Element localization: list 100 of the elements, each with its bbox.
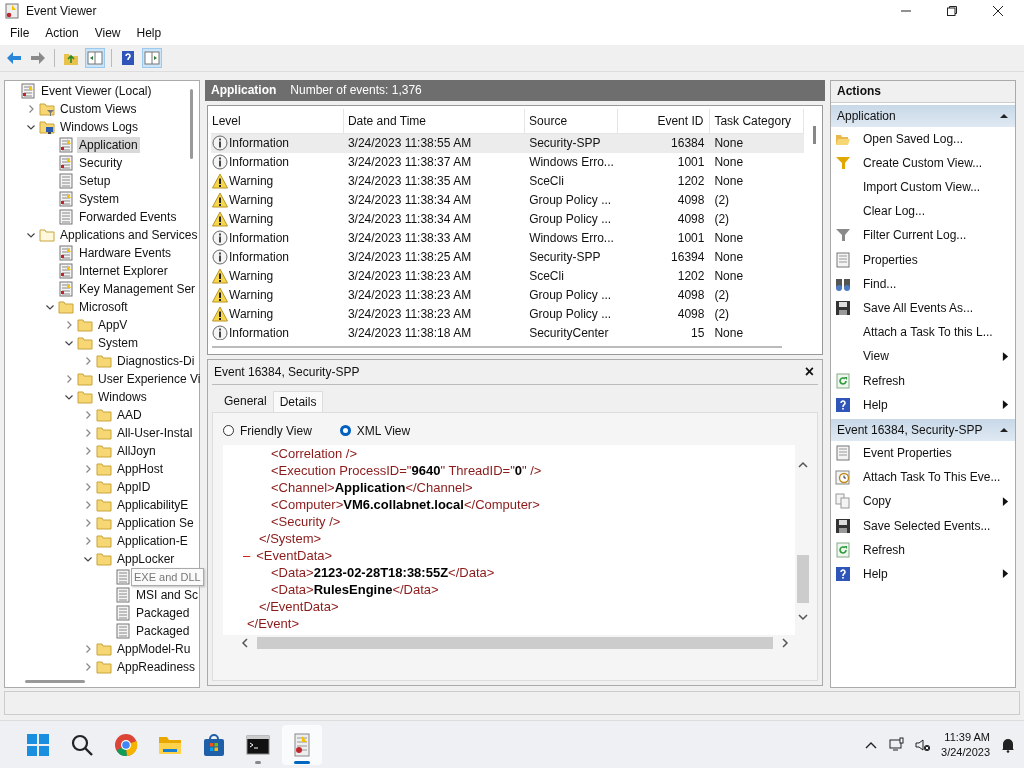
expand-chevron-icon[interactable] [83,427,93,438]
column-header[interactable]: Date and Time [343,108,526,133]
scroll-left-icon[interactable] [239,636,251,649]
table-row[interactable]: Warning 3/24/2023 11:38:34 AM Group Policy ... 4098 (2) [211,209,804,229]
tree-item[interactable]: Setup [77,172,113,189]
column-header[interactable]: Source [525,108,618,133]
pane-command[interactable]: Attach a Task To this L... [831,320,1015,345]
tree-item[interactable]: ApplicabilityE [115,496,191,513]
radio-label[interactable]: Friendly View [240,423,312,438]
pane-command[interactable]: Refresh [831,368,1015,393]
tree-item[interactable]: System [77,190,121,207]
close-icon[interactable] [992,4,1004,17]
tree-item[interactable]: AppModel-Ru [115,640,193,657]
radio-button[interactable] [339,425,351,437]
scrollbar-thumb[interactable] [797,554,809,603]
tree-item[interactable]: AAD [115,406,144,423]
expand-chevron-icon[interactable] [26,103,36,114]
pane-command[interactable]: Refresh [831,537,1015,562]
pane-command[interactable]: Find... [831,271,1015,296]
table-row[interactable]: Warning 3/24/2023 11:38:34 AM Group Policy ... 4098 (2) [211,190,804,210]
pane-command[interactable]: Import Custom View... [831,175,1015,200]
tree-item[interactable]: Microsoft [77,298,130,315]
table-row[interactable]: Warning 3/24/2023 11:38:35 AM SceCli 1202 None [211,171,804,191]
tree-item[interactable]: Packaged [134,604,192,621]
expand-chevron-icon[interactable] [83,499,93,510]
tree-item[interactable]: Hardware Events [77,244,174,261]
pane-command[interactable]: Save All Events As... [831,295,1015,321]
table-row[interactable]: Information 3/24/2023 11:38:18 AM SecurityCenter 15 None [211,323,804,340]
tree-item[interactable]: EXE and DLL [131,567,204,586]
menu-item[interactable]: View [88,24,127,43]
scrollbar-thumb[interactable] [257,636,773,649]
pane-command[interactable]: Help [831,392,1015,417]
tree-item[interactable]: Forwarded Events [77,208,179,225]
pane-command[interactable]: Clear Log... [831,199,1015,224]
tab[interactable]: General [218,390,273,412]
network-icon[interactable] [889,736,906,753]
tree-item[interactable]: Internet Explorer [77,262,170,279]
expand-chevron-icon[interactable] [83,643,93,654]
tree-item[interactable]: Applications and Services [58,226,200,243]
pane-command[interactable]: Save Selected Events... [831,513,1015,538]
tree-item[interactable]: Application Se [115,514,196,531]
speaker-muted-icon[interactable] [915,736,932,753]
expand-chevron-icon[interactable] [83,535,93,546]
column-header[interactable]: Task Category [710,108,804,133]
menu-item[interactable]: File [4,24,36,43]
expand-chevron-icon[interactable] [64,373,74,384]
maximize-icon[interactable] [946,4,958,17]
tree-item[interactable]: Custom Views [58,100,139,117]
tree-item[interactable]: Key Management Ser [77,280,198,297]
pane-command[interactable]: Attach Task To This Eve... [831,465,1015,490]
expand-chevron-icon[interactable] [83,661,93,672]
column-header[interactable]: Level [211,108,344,133]
tree-item[interactable]: Diagnostics-Di [115,352,197,369]
tree-item[interactable]: Application [77,136,140,153]
section-header[interactable]: Application [831,104,1015,127]
table-row[interactable]: Information 3/24/2023 11:38:37 AM Windows Erro... 1001 None [211,152,804,172]
tree-item[interactable]: Security [77,154,125,171]
scrollbar-thumb[interactable] [190,88,193,159]
expand-chevron-icon[interactable] [83,517,93,528]
menu-item[interactable]: Help [130,24,168,43]
pane-command[interactable]: View [831,344,1015,369]
clock-time[interactable]: 11:39 AM [944,729,990,745]
log-icon[interactable] [282,724,322,765]
tree-item[interactable]: AppHost [115,460,166,477]
tab[interactable]: Details [272,390,324,412]
tree-item[interactable]: AppID [115,478,153,495]
radio-label[interactable]: XML View [356,423,411,438]
pane-command[interactable]: Event Properties [831,440,1015,466]
column-header[interactable]: Event ID [617,108,711,133]
scroll-right-icon[interactable] [779,636,791,649]
expand-chevron-icon[interactable] [83,445,93,456]
clock-date[interactable]: 3/24/2023 [941,744,990,760]
expand-chevron-icon[interactable] [83,463,93,474]
scrollbar-thumb[interactable] [25,680,85,684]
tree-item[interactable]: System [96,334,140,351]
tree-item[interactable]: Event Viewer (Local) [39,82,154,99]
table-row[interactable]: Warning 3/24/2023 11:38:23 AM Group Policy ... 4098 (2) [211,285,804,305]
pane-command[interactable]: Open Saved Log... [831,126,1015,151]
pane-command[interactable]: Properties [831,247,1015,272]
expand-chevron-icon[interactable] [83,481,93,492]
tree-item[interactable]: AppLocker [115,550,177,567]
table-row[interactable]: Information 3/24/2023 11:38:25 AM Security-SPP 16394 None [211,247,804,267]
table-row[interactable]: Warning 3/24/2023 11:38:23 AM SceCli 1202 None [211,266,804,286]
bell-icon[interactable] [1000,736,1016,753]
expand-chevron-icon[interactable] [64,319,74,330]
table-row[interactable]: Information 3/24/2023 11:38:33 AM Windows Erro... 1001 None [211,228,804,248]
menu-item[interactable]: Action [39,24,85,43]
pane-command[interactable]: Filter Current Log... [831,223,1015,248]
table-row[interactable]: Warning 3/24/2023 11:38:23 AM Group Policy ... 4098 (2) [211,304,804,324]
tree-item[interactable]: AppV [96,316,130,333]
tree-item[interactable]: Windows [96,388,149,405]
close-button[interactable]: × [800,362,818,381]
radio-button[interactable] [223,425,234,437]
tree-item[interactable]: Windows Logs [58,118,141,135]
tree-item[interactable]: Packaged [134,622,192,639]
pane-command[interactable]: Create Custom View... [831,150,1015,175]
pane-command[interactable]: Help [831,561,1015,586]
expand-chevron-icon[interactable] [83,409,93,420]
tree-item[interactable]: AppReadiness [115,658,198,675]
pane-command[interactable]: Copy [831,489,1015,514]
